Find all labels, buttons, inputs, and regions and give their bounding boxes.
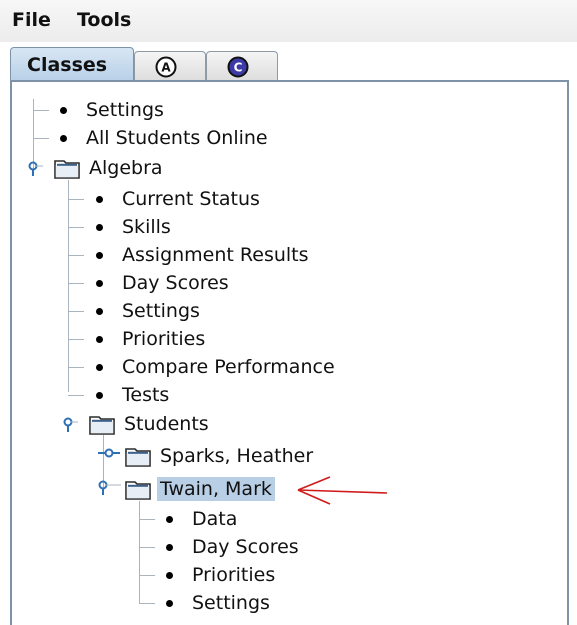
folder-icon xyxy=(125,448,151,467)
bullet-icon xyxy=(166,543,173,551)
tree-connector xyxy=(68,339,84,340)
tree-connector xyxy=(68,367,84,368)
tree-item-label: Settings xyxy=(122,300,200,322)
tree-connector xyxy=(68,227,84,228)
bullet-icon xyxy=(166,571,173,579)
bullet-icon xyxy=(166,515,173,523)
expand-handle-icon[interactable] xyxy=(61,417,79,433)
tree-connector xyxy=(68,255,84,256)
class-tree[interactable]: Settings All Students Online Algebra Cur… xyxy=(12,82,567,625)
expand-handle-icon[interactable] xyxy=(26,161,44,177)
tree-item-algebra-settings[interactable]: Settings xyxy=(96,298,203,324)
tree-item-all-students-online[interactable]: All Students Online xyxy=(60,125,271,151)
tree-item-label: Algebra xyxy=(89,157,163,179)
tree-connector xyxy=(68,311,84,312)
tree-item-label: Assignment Results xyxy=(122,244,309,266)
tree-node-twain-mark[interactable]: Twain, Mark xyxy=(125,476,275,502)
tree-item-label: Tests xyxy=(122,384,170,406)
circle-c-icon: C xyxy=(227,56,249,78)
tree-item-label: Sparks, Heather xyxy=(160,445,314,467)
tree-item-label: Settings xyxy=(86,99,164,121)
tree-item-compare-performance[interactable]: Compare Performance xyxy=(96,354,338,380)
tree-item-label: Priorities xyxy=(122,328,206,350)
tree-item-priorities[interactable]: Priorities xyxy=(96,326,208,352)
tree-item-label: Compare Performance xyxy=(122,356,335,378)
tree-item-label: All Students Online xyxy=(86,127,268,149)
tree-item-label: Skills xyxy=(122,216,171,238)
bullet-icon xyxy=(60,106,67,114)
tree-item-label: Data xyxy=(192,508,238,530)
tree-item-label: Priorities xyxy=(192,564,276,586)
tree-node-students[interactable]: Students xyxy=(89,411,212,437)
tree-connector xyxy=(139,547,155,548)
bullet-icon xyxy=(96,279,103,287)
tree-connector xyxy=(68,180,69,392)
tree-item-label: Students xyxy=(124,413,209,435)
tree-item-current-status[interactable]: Current Status xyxy=(96,186,263,212)
bullet-icon xyxy=(96,363,103,371)
tab-classes[interactable]: Classes xyxy=(10,47,134,81)
bullet-icon xyxy=(96,391,103,399)
menu-tools[interactable]: Tools xyxy=(77,9,131,31)
tab-c[interactable]: C xyxy=(206,51,278,81)
bullet-icon xyxy=(166,599,173,607)
tree-item-data[interactable]: Data xyxy=(166,506,240,532)
tree-item-student-settings[interactable]: Settings xyxy=(166,590,273,616)
circle-a-icon: A xyxy=(155,56,177,78)
tab-classes-label: Classes xyxy=(27,54,108,76)
collapsed-handle-icon[interactable] xyxy=(96,448,122,464)
bullet-icon xyxy=(96,195,103,203)
tree-item-label: Day Scores xyxy=(192,536,299,558)
tree-item-label: Settings xyxy=(192,592,270,614)
tab-strip: Classes A C xyxy=(10,42,573,81)
tree-item-label: Current Status xyxy=(122,188,260,210)
expand-handle-icon[interactable] xyxy=(96,480,122,496)
bullet-icon xyxy=(60,134,67,142)
tree-item-tests[interactable]: Tests xyxy=(96,382,172,408)
tree-connector xyxy=(68,283,84,284)
tree-connector xyxy=(139,519,155,520)
bullet-icon xyxy=(96,335,103,343)
menu-file[interactable]: File xyxy=(12,9,51,31)
tree-connector xyxy=(33,138,49,139)
tree-item-student-day-scores[interactable]: Day Scores xyxy=(166,534,302,560)
classes-panel: Settings All Students Online Algebra Cur… xyxy=(10,80,569,625)
tree-node-sparks-heather[interactable]: Sparks, Heather xyxy=(125,443,316,469)
tree-node-algebra[interactable]: Algebra xyxy=(54,155,166,181)
tab-a[interactable]: A xyxy=(134,51,206,81)
tree-item-settings[interactable]: Settings xyxy=(60,97,167,123)
tree-item-day-scores[interactable]: Day Scores xyxy=(96,270,232,296)
tree-connector xyxy=(68,199,84,200)
tree-connector xyxy=(139,575,155,576)
folder-icon xyxy=(89,416,115,435)
folder-icon xyxy=(125,481,151,500)
tree-connector xyxy=(139,501,140,604)
tab-a-letter: A xyxy=(161,61,171,75)
bullet-icon xyxy=(96,307,103,315)
bullet-icon xyxy=(96,223,103,231)
tree-connector xyxy=(33,110,49,111)
folder-icon xyxy=(54,160,80,179)
tree-connector xyxy=(139,603,155,604)
tree-item-skills[interactable]: Skills xyxy=(96,214,174,240)
annotation-arrow-icon xyxy=(297,476,388,505)
tree-item-label: Day Scores xyxy=(122,272,229,294)
tree-item-assignment-results[interactable]: Assignment Results xyxy=(96,242,312,268)
selected-tree-item-label: Twain, Mark xyxy=(157,477,275,501)
tree-connector xyxy=(68,395,84,396)
menu-bar: File Tools xyxy=(0,0,577,42)
tree-item-student-priorities[interactable]: Priorities xyxy=(166,562,278,588)
tab-c-letter: C xyxy=(234,61,243,75)
bullet-icon xyxy=(96,251,103,259)
